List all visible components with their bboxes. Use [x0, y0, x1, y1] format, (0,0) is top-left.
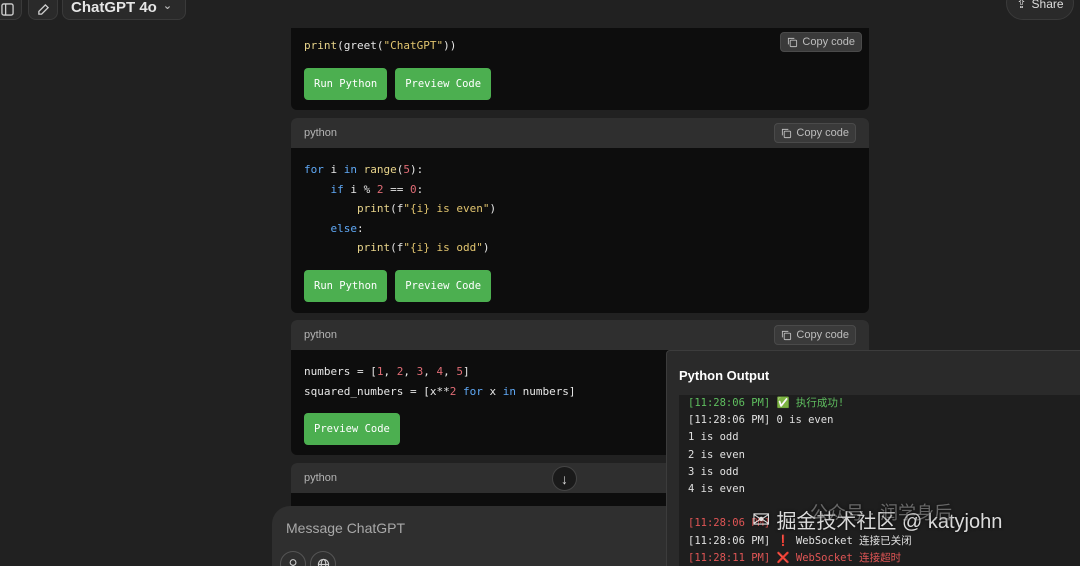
output-log[interactable]: [11:28:06 PM] ✅ 执行成功! [11:28:06 PM] 0 is …: [679, 395, 1080, 566]
output-log-line: [11:28:11 PM] ❌ WebSocket 连接超时: [688, 551, 902, 564]
run-python-button[interactable]: Run Python: [304, 269, 388, 302]
copy-label: Copy code: [796, 127, 849, 139]
preview-code-button[interactable]: Preview Code: [395, 67, 492, 100]
output-log-line: [11:28:06 PM] ✅ 执行成功!: [688, 397, 845, 409]
copy-icon: [782, 330, 792, 340]
code-language: python: [304, 472, 338, 484]
code-header: python Copy code: [291, 118, 869, 148]
arrow-down-icon: ↓: [561, 470, 568, 487]
watermark-sub: 公众号 · 润学身后: [810, 503, 952, 523]
share-label: Share: [1031, 0, 1064, 11]
web-search-button[interactable]: [310, 551, 336, 566]
copy-icon: [782, 128, 792, 138]
attach-button[interactable]: ⚲: [280, 551, 306, 566]
copy-icon: [788, 37, 798, 47]
copy-label: Copy code: [802, 36, 855, 48]
code-language: python: [304, 329, 338, 341]
output-log-line: 1 is odd: [688, 431, 739, 444]
copy-code-button[interactable]: Copy code: [774, 123, 856, 143]
preview-code-button[interactable]: Preview Code: [304, 413, 400, 446]
new-chat-button[interactable]: [28, 0, 58, 20]
watermark: 公众号 · 润学身后 ✉ 掘金技术社区 @ katyjohn: [752, 503, 1002, 534]
output-log-line: [11:28:06 PM] ❗ WebSocket 连接已关闭: [688, 534, 912, 547]
copy-label: Copy code: [796, 329, 849, 341]
button-row: Run Python Preview Code: [291, 269, 869, 313]
wechat-icon: ✉: [752, 506, 771, 532]
message-composer[interactable]: Message ChatGPT ⚲: [272, 506, 692, 566]
copy-code-button[interactable]: Copy code: [780, 32, 862, 52]
chevron-down-icon: ⌄: [162, 0, 173, 12]
model-selector[interactable]: ChatGPT 4o ⌄: [62, 0, 186, 20]
run-python-button[interactable]: Run Python: [304, 67, 388, 100]
globe-icon: [317, 558, 329, 566]
code-content: for i in range(5): if i % 2 == 0: print(…: [304, 163, 497, 255]
code-language: python: [304, 127, 338, 139]
top-bar: ChatGPT 4o ⌄ ⇪ Share: [0, 0, 1080, 22]
code-block-2: python Copy code for i in range(5): if i…: [291, 118, 869, 313]
scroll-down-button[interactable]: ↓: [552, 466, 577, 491]
edit-icon: [37, 3, 49, 15]
output-title: Python Output: [679, 368, 770, 383]
share-button[interactable]: ⇪ Share: [1006, 0, 1074, 20]
paperclip-icon: ⚲: [288, 557, 298, 566]
sidebar-toggle-button[interactable]: [0, 0, 22, 20]
output-log-line: 4 is even: [688, 482, 745, 495]
code-block-1: Copy code print(greet("ChatGPT")) Run Py…: [291, 28, 869, 110]
model-name: ChatGPT 4o: [71, 0, 157, 16]
output-log-line: [11:28:06 PM] 0 is even: [688, 414, 834, 427]
sidebar-icon: [0, 2, 14, 16]
code-header: python Copy code: [291, 320, 869, 350]
button-row: Run Python Preview Code: [291, 67, 869, 110]
output-log-line: 2 is even: [688, 448, 745, 461]
preview-code-button[interactable]: Preview Code: [395, 269, 492, 302]
output-log-line: 3 is odd: [688, 465, 739, 478]
copy-code-button[interactable]: Copy code: [774, 325, 856, 345]
message-input-placeholder: Message ChatGPT: [286, 520, 406, 536]
share-icon: ⇪: [1016, 0, 1027, 11]
